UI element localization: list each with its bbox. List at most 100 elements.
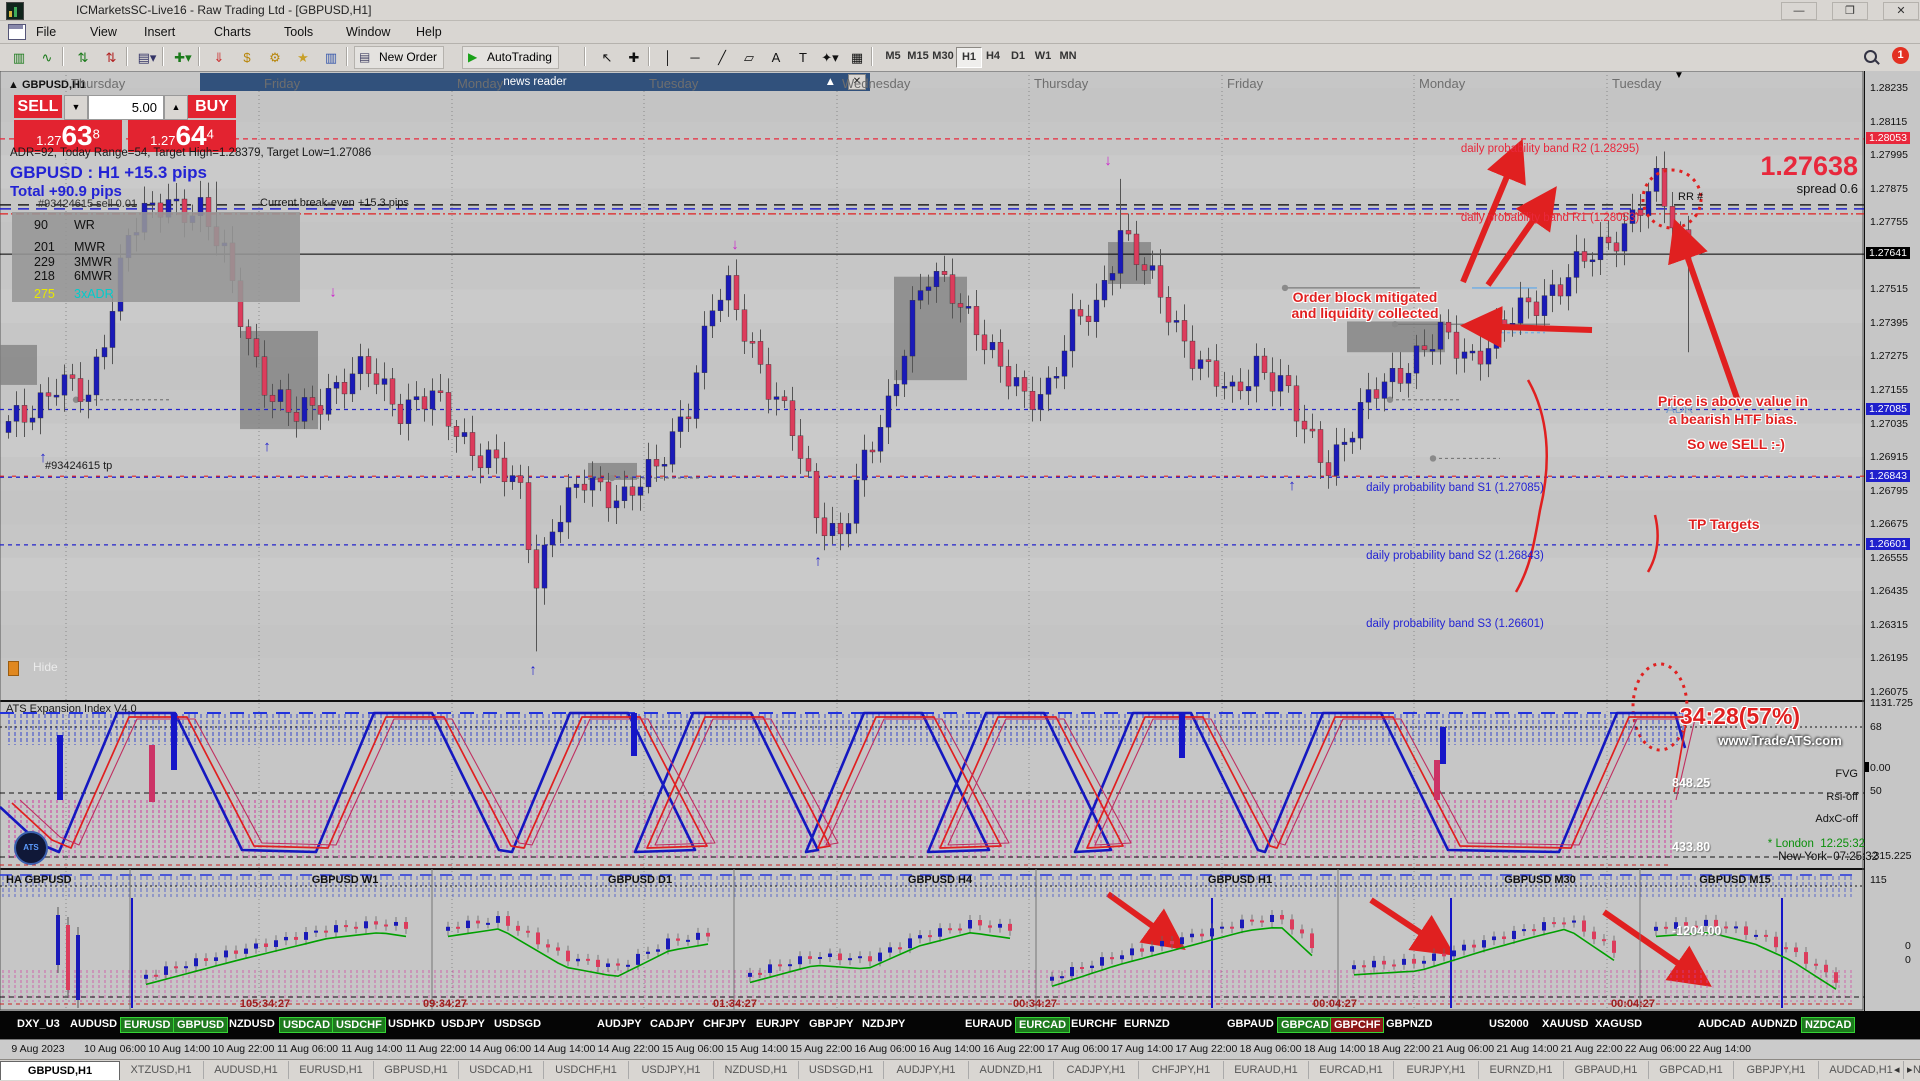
menu-item-file[interactable]: File: [32, 24, 60, 40]
symbol-nzdusd[interactable]: NZDUSD: [226, 1017, 278, 1031]
timeframe-h1[interactable]: H1: [956, 47, 982, 68]
tab-gbpusd-h1[interactable]: GBPUSD,H1: [374, 1061, 459, 1079]
tab-eurjpy-h1[interactable]: EURJPY,H1: [1394, 1061, 1479, 1079]
symbol-eurchf[interactable]: EURCHF: [1068, 1017, 1120, 1031]
tab-usdjpy-h1[interactable]: USDJPY,H1: [629, 1061, 714, 1079]
symbol-usdhkd[interactable]: USDHKD: [385, 1017, 438, 1031]
timeframe-m15[interactable]: M15: [906, 47, 930, 66]
chart-style-icon[interactable]: ▤▾: [134, 46, 160, 69]
symbol-usdjpy[interactable]: USDJPY: [438, 1017, 488, 1031]
tab-gbpusd-h1[interactable]: GBPUSD,H1: [0, 1061, 120, 1080]
download-icon[interactable]: ⇓: [206, 46, 232, 69]
new-order-button[interactable]: ▤New Order: [354, 46, 444, 69]
symbol-gbpusd[interactable]: GBPUSD: [173, 1017, 228, 1033]
text-icon[interactable]: A: [763, 46, 789, 69]
tab-audjpy-h1[interactable]: AUDJPY,H1: [884, 1061, 969, 1079]
menu-item-view[interactable]: View: [86, 24, 121, 40]
cursor-icon[interactable]: ↖: [594, 46, 620, 69]
tab-gbpaud-h1[interactable]: GBPAUD,H1: [1564, 1061, 1649, 1079]
hline-icon[interactable]: ─: [682, 46, 708, 69]
channel-icon[interactable]: ▱: [736, 46, 762, 69]
crosshair-icon[interactable]: ✚: [621, 46, 647, 69]
menu-item-help[interactable]: Help: [412, 24, 446, 40]
tab-cadjpy-h1[interactable]: CADJPY,H1: [1054, 1061, 1139, 1079]
symbol-usdsgd[interactable]: USDSGD: [491, 1017, 544, 1031]
tab-usdsgd-h1[interactable]: USDSGD,H1: [799, 1061, 884, 1079]
symbol-nzdjpy[interactable]: NZDJPY: [859, 1017, 908, 1031]
symbol-us2000[interactable]: US2000: [1486, 1017, 1532, 1031]
menu-item-charts[interactable]: Charts: [210, 24, 255, 40]
tab-eurusd-h1[interactable]: EURUSD,H1: [289, 1061, 374, 1079]
favorites-icon[interactable]: ★: [290, 46, 316, 69]
symbol-eurcad[interactable]: EURCAD: [1015, 1017, 1070, 1033]
trendline-icon[interactable]: ╱: [709, 46, 735, 69]
downtick-icon[interactable]: ⇅: [98, 46, 124, 69]
tab-gbpjpy-h1[interactable]: GBPJPY,H1: [1734, 1061, 1819, 1079]
add-indicator-icon[interactable]: ✚▾: [170, 46, 196, 69]
news-reader-bar[interactable]: news reader ▲ ✕: [200, 73, 870, 91]
accounts-icon[interactable]: $: [234, 46, 260, 69]
symbol-gbpnzd[interactable]: GBPNZD: [1383, 1017, 1435, 1031]
symbol-gbpjpy[interactable]: GBPJPY: [806, 1017, 857, 1031]
menu-item-insert[interactable]: Insert: [140, 24, 179, 40]
arrows-icon[interactable]: T: [790, 46, 816, 69]
tab-scroll-left[interactable]: ◂: [1894, 1063, 1900, 1076]
symbol-eurjpy[interactable]: EURJPY: [753, 1017, 803, 1031]
symbol-eurusd[interactable]: EURUSD: [120, 1017, 174, 1033]
grid-icon[interactable]: ▦: [844, 46, 870, 69]
symbol-eurnzd[interactable]: EURNZD: [1121, 1017, 1173, 1031]
zigzag-icon[interactable]: ∿: [34, 46, 60, 69]
tab-gbpcad-h1[interactable]: GBPCAD,H1: [1649, 1061, 1734, 1079]
symbol-euraud[interactable]: EURAUD: [962, 1017, 1015, 1031]
symbol-cadjpy[interactable]: CADJPY: [647, 1017, 698, 1031]
symbol-usdchf[interactable]: USDCHF: [332, 1017, 386, 1033]
maximize-button[interactable]: ❐: [1832, 2, 1868, 20]
symbol-chfjpy[interactable]: CHFJPY: [700, 1017, 749, 1031]
tab-eurnzd-h1[interactable]: EURNZD,H1: [1479, 1061, 1564, 1079]
symbol-gbpaud[interactable]: GBPAUD: [1224, 1017, 1277, 1031]
tab-usdchf-h1[interactable]: USDCHF,H1: [544, 1061, 629, 1079]
timeframe-w1[interactable]: W1: [1031, 47, 1055, 66]
symbol-gbpcad[interactable]: GBPCAD: [1277, 1017, 1333, 1033]
volume-input[interactable]: 5.00: [88, 95, 164, 120]
tab-chfjpy-h1[interactable]: CHFJPY,H1: [1139, 1061, 1224, 1079]
symbol-dxy_u3[interactable]: DXY_U3: [14, 1017, 63, 1031]
hide-chip[interactable]: [8, 661, 19, 676]
menu-item-window[interactable]: Window: [342, 24, 394, 40]
symbol-audjpy[interactable]: AUDJPY: [594, 1017, 645, 1031]
timeframe-m30[interactable]: M30: [931, 47, 955, 66]
symbol-audnzd[interactable]: AUDNZD: [1748, 1017, 1800, 1031]
notification-badge[interactable]: 1: [1892, 47, 1909, 64]
tab-audnzd-h1[interactable]: AUDNZD,H1: [969, 1061, 1054, 1079]
expert-icon[interactable]: ⚙: [262, 46, 288, 69]
timeframe-h4[interactable]: H4: [981, 47, 1005, 66]
symbol-audusd[interactable]: AUDUSD: [67, 1017, 120, 1031]
tab-nzdusd-h1[interactable]: NZDUSD,H1: [714, 1061, 799, 1079]
volume-up-button[interactable]: ▲: [164, 95, 188, 120]
shapes-icon[interactable]: ✦▾: [817, 46, 843, 69]
buy-button[interactable]: BUY: [188, 95, 236, 118]
minimize-button[interactable]: —: [1781, 2, 1817, 20]
tab-eurcad-h1[interactable]: EURCAD,H1: [1309, 1061, 1394, 1079]
timeframe-d1[interactable]: D1: [1006, 47, 1030, 66]
tab-audusd-h1[interactable]: AUDUSD,H1: [204, 1061, 289, 1079]
symbol-xagusd[interactable]: XAGUSD: [1592, 1017, 1645, 1031]
symbol-audcad[interactable]: AUDCAD: [1695, 1017, 1749, 1031]
autotrading-button[interactable]: ▶AutoTrading: [462, 46, 559, 69]
symbol-xauusd[interactable]: XAUUSD: [1539, 1017, 1591, 1031]
vline-icon[interactable]: │: [655, 46, 681, 69]
tab-scroll-right[interactable]: ▸: [1907, 1063, 1913, 1076]
tab-audcad-h1[interactable]: AUDCAD,H1: [1819, 1061, 1904, 1079]
terminal-icon[interactable]: ▥: [318, 46, 344, 69]
search-icon[interactable]: [1864, 50, 1877, 63]
symbol-nzdcad[interactable]: NZDCAD: [1801, 1017, 1855, 1033]
tab-usdcad-h1[interactable]: USDCAD,H1: [459, 1061, 544, 1079]
uptick-icon[interactable]: ⇅: [70, 46, 96, 69]
sell-button[interactable]: SELL: [14, 95, 62, 118]
tick-chart-icon[interactable]: ▥: [6, 46, 32, 69]
close-button[interactable]: ✕: [1883, 2, 1919, 20]
menu-item-tools[interactable]: Tools: [280, 24, 317, 40]
chart-area[interactable]: ↑↑↑↑↑↓↓↓ 1.282351.281151.279951.278751.2…: [0, 71, 1920, 1011]
symbol-usdcad[interactable]: USDCAD: [279, 1017, 334, 1033]
tab-xtzusd-h1[interactable]: XTZUSD,H1: [119, 1061, 204, 1079]
